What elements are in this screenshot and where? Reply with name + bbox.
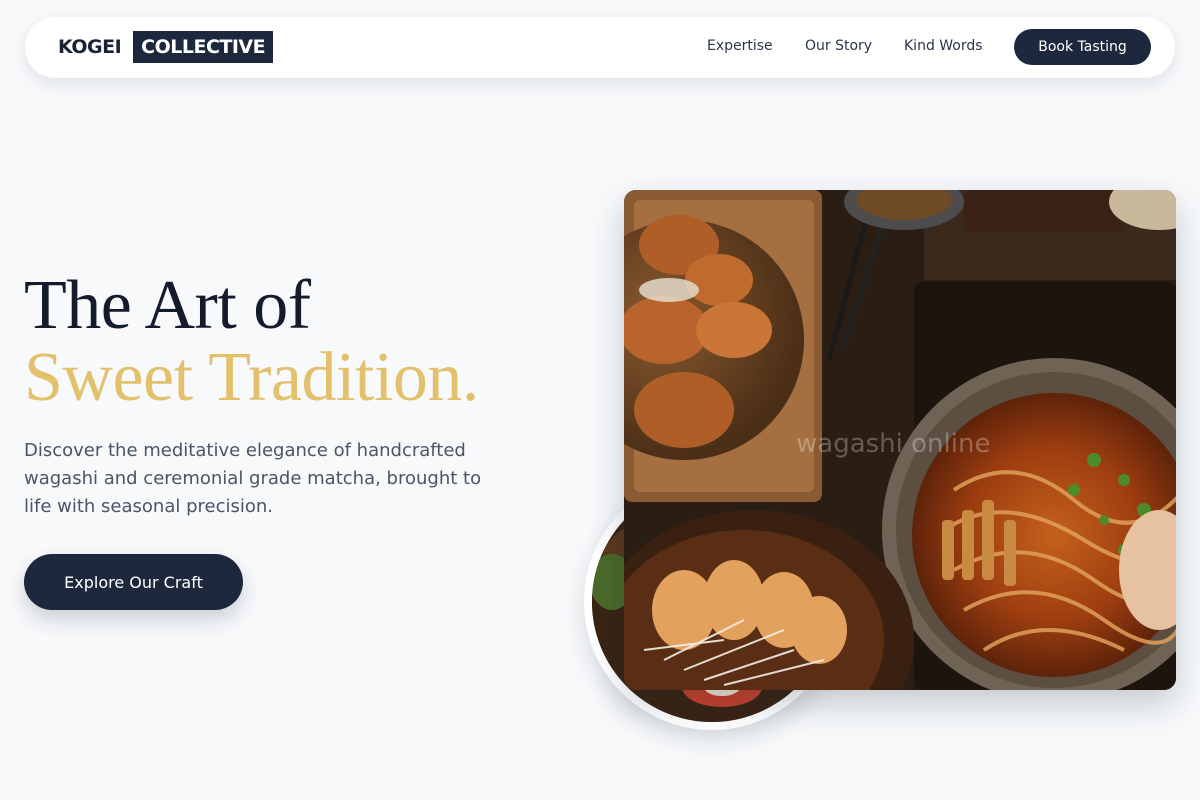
navbar: KOGEI COLLECTIVE Expertise Our Story Kin…: [25, 17, 1175, 78]
hero-title: The Art of Sweet Tradition.: [24, 270, 479, 414]
hero-description: Discover the meditative elegance of hand…: [24, 440, 482, 517]
logo[interactable]: KOGEI COLLECTIVE: [58, 31, 274, 63]
book-tasting-button[interactable]: Book Tasting: [1014, 29, 1151, 65]
main-food-photo: wagashi online: [624, 190, 1176, 690]
explore-craft-button[interactable]: Explore Our Craft: [24, 554, 243, 610]
nav-link-our-story[interactable]: Our Story: [805, 38, 872, 54]
photo-watermark: wagashi online: [796, 429, 990, 459]
food-spread-photo: wagashi online: [624, 190, 1176, 690]
nav-link-expertise[interactable]: Expertise: [707, 38, 773, 54]
hero-title-line2: Sweet Tradition.: [24, 339, 479, 416]
logo-word-kogei: KOGEI: [58, 36, 122, 58]
logo-word-collective: COLLECTIVE: [133, 31, 274, 63]
hero-title-line1: The Art of: [24, 267, 311, 344]
nav-link-kind-words[interactable]: Kind Words: [904, 38, 983, 54]
